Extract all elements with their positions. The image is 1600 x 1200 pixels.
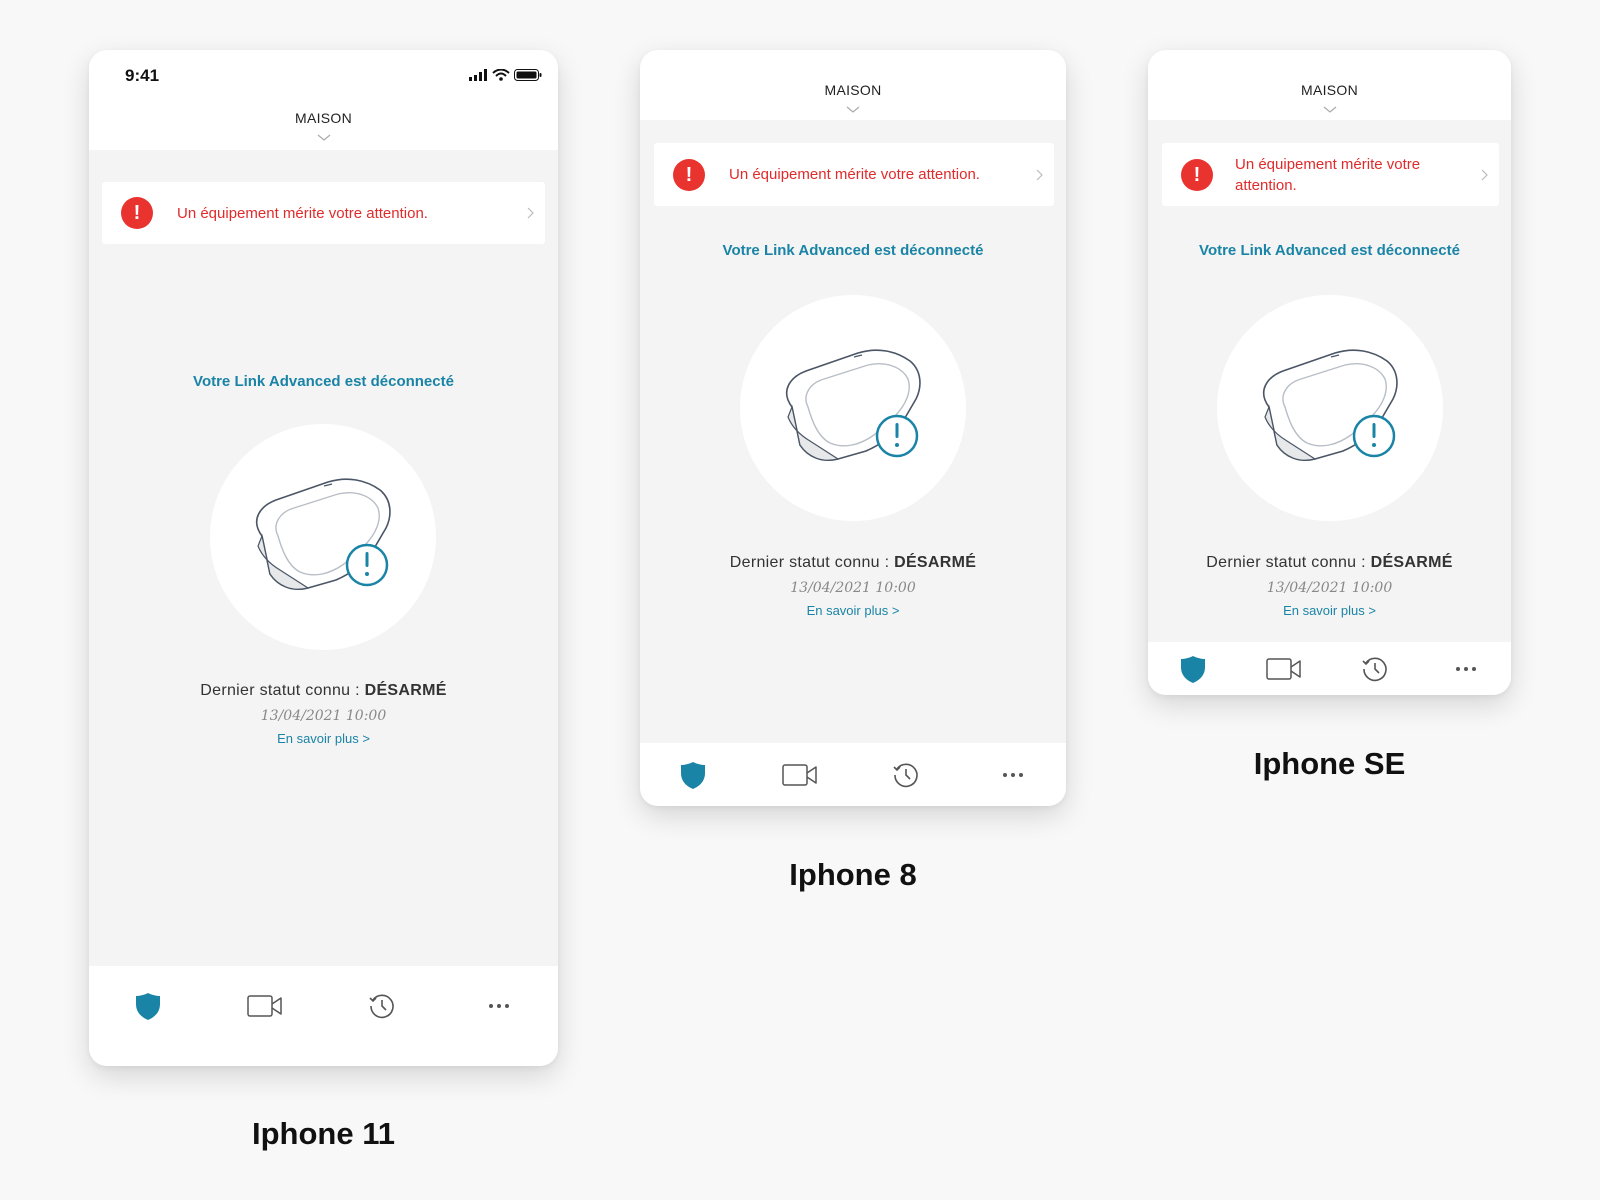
- alert-text: Un équipement mérite votre attention.: [1235, 155, 1421, 194]
- device-illustration: [740, 295, 966, 521]
- tab-bar: [1148, 642, 1511, 695]
- status-date: 13/04/2021 10:00: [260, 708, 387, 724]
- learn-more-link[interactable]: En savoir plus >: [1148, 603, 1511, 618]
- status-bar-time: 9:41: [125, 66, 160, 85]
- alert-banner[interactable]: ! Un équipement mérite votre attention.: [654, 143, 1054, 206]
- tab-history[interactable]: [360, 986, 404, 1026]
- app-header: MAISON: [640, 50, 1066, 120]
- device-caption-p11: Iphone 11: [252, 1116, 395, 1151]
- shield-icon: [135, 993, 160, 1020]
- chevron-right-icon: [527, 207, 534, 219]
- alert-icon: !: [1181, 158, 1213, 191]
- more-icon: [489, 1004, 510, 1008]
- video-camera-icon: [1266, 657, 1301, 680]
- alert-text: Un équipement mérite votre attention.: [177, 204, 428, 222]
- tab-security[interactable]: [126, 986, 170, 1026]
- tab-security[interactable]: [671, 755, 715, 795]
- tab-bar: [640, 743, 1066, 806]
- disconnected-title: Votre Link Advanced est déconnecté: [722, 242, 984, 259]
- disconnected-title: Votre Link Advanced est déconnecté: [193, 373, 454, 390]
- warning-icon: [345, 543, 389, 587]
- tab-security[interactable]: [1171, 649, 1215, 689]
- app-header: MAISON: [1148, 50, 1511, 120]
- learn-more-link[interactable]: En savoir plus >: [640, 603, 1066, 618]
- chevron-down-icon[interactable]: [1323, 106, 1337, 114]
- status-bar-icons: [469, 68, 542, 86]
- tab-more[interactable]: [1444, 649, 1488, 689]
- status-date: 13/04/2021 10:00: [1266, 580, 1393, 596]
- video-camera-icon: [247, 995, 282, 1017]
- wifi-icon: [491, 68, 510, 81]
- shield-icon: [681, 761, 706, 789]
- history-icon: [1362, 657, 1387, 681]
- app-header: 9:41 MAISON: [89, 50, 558, 150]
- device-illustration: [210, 424, 436, 650]
- home-title[interactable]: MAISON: [89, 110, 558, 126]
- phone-frame-p8: MAISON ! Un équipement mérite votre atte…: [640, 50, 1066, 806]
- battery-icon: [514, 69, 542, 81]
- video-camera-icon: [782, 763, 817, 786]
- warning-icon: [1352, 414, 1396, 458]
- status-date: 13/04/2021 10:00: [790, 580, 916, 596]
- tab-bar: [89, 966, 558, 1066]
- phone-frame-pse: MAISON ! Un équipement mérite votre atte…: [1148, 50, 1511, 695]
- disconnected-title: Votre Link Advanced est déconnecté: [1199, 242, 1460, 259]
- history-icon: [369, 994, 394, 1019]
- status-value: DÉSARMÉ: [364, 682, 447, 699]
- alert-icon: !: [673, 158, 705, 191]
- learn-more-link[interactable]: En savoir plus >: [89, 731, 558, 746]
- chevron-down-icon[interactable]: [846, 106, 860, 114]
- tab-more[interactable]: [477, 986, 521, 1026]
- tab-cameras[interactable]: [1262, 649, 1306, 689]
- home-title[interactable]: MAISON: [1148, 82, 1511, 98]
- device-illustration: [1217, 295, 1443, 521]
- warning-icon: [875, 414, 919, 458]
- tab-cameras[interactable]: [243, 986, 287, 1026]
- shield-icon: [1181, 655, 1206, 683]
- tab-history[interactable]: [884, 755, 928, 795]
- chevron-down-icon[interactable]: [317, 134, 331, 142]
- last-status: Dernier statut connu : DÉSARMÉ: [1206, 554, 1453, 571]
- last-status: Dernier statut connu : DÉSARMÉ: [200, 682, 447, 699]
- phone-frame-p11: 9:41 MAISON ! Un équipement mérite votre…: [89, 50, 558, 1066]
- tab-more[interactable]: [991, 755, 1035, 795]
- device-caption-p8: Iphone 8: [789, 857, 917, 892]
- status-value: DÉSARMÉ: [894, 554, 977, 571]
- alert-banner[interactable]: ! Un équipement mérite votre attention.: [1162, 143, 1499, 206]
- chevron-right-icon: [1036, 169, 1043, 180]
- tab-history[interactable]: [1353, 649, 1397, 689]
- more-icon: [1455, 666, 1476, 671]
- device-caption-pse: Iphone SE: [1253, 746, 1406, 781]
- history-icon: [893, 763, 919, 787]
- signal-icon: [469, 69, 488, 81]
- alert-banner[interactable]: ! Un équipement mérite votre attention.: [102, 182, 545, 244]
- more-icon: [1002, 772, 1023, 777]
- last-status: Dernier statut connu : DÉSARMÉ: [729, 554, 977, 571]
- tab-cameras[interactable]: [778, 755, 822, 795]
- alert-text: Un équipement mérite votre attention.: [729, 166, 980, 183]
- chevron-right-icon: [1481, 169, 1488, 180]
- alert-icon: !: [121, 197, 153, 229]
- status-value: DÉSARMÉ: [1370, 554, 1453, 571]
- home-title[interactable]: MAISON: [640, 82, 1066, 98]
